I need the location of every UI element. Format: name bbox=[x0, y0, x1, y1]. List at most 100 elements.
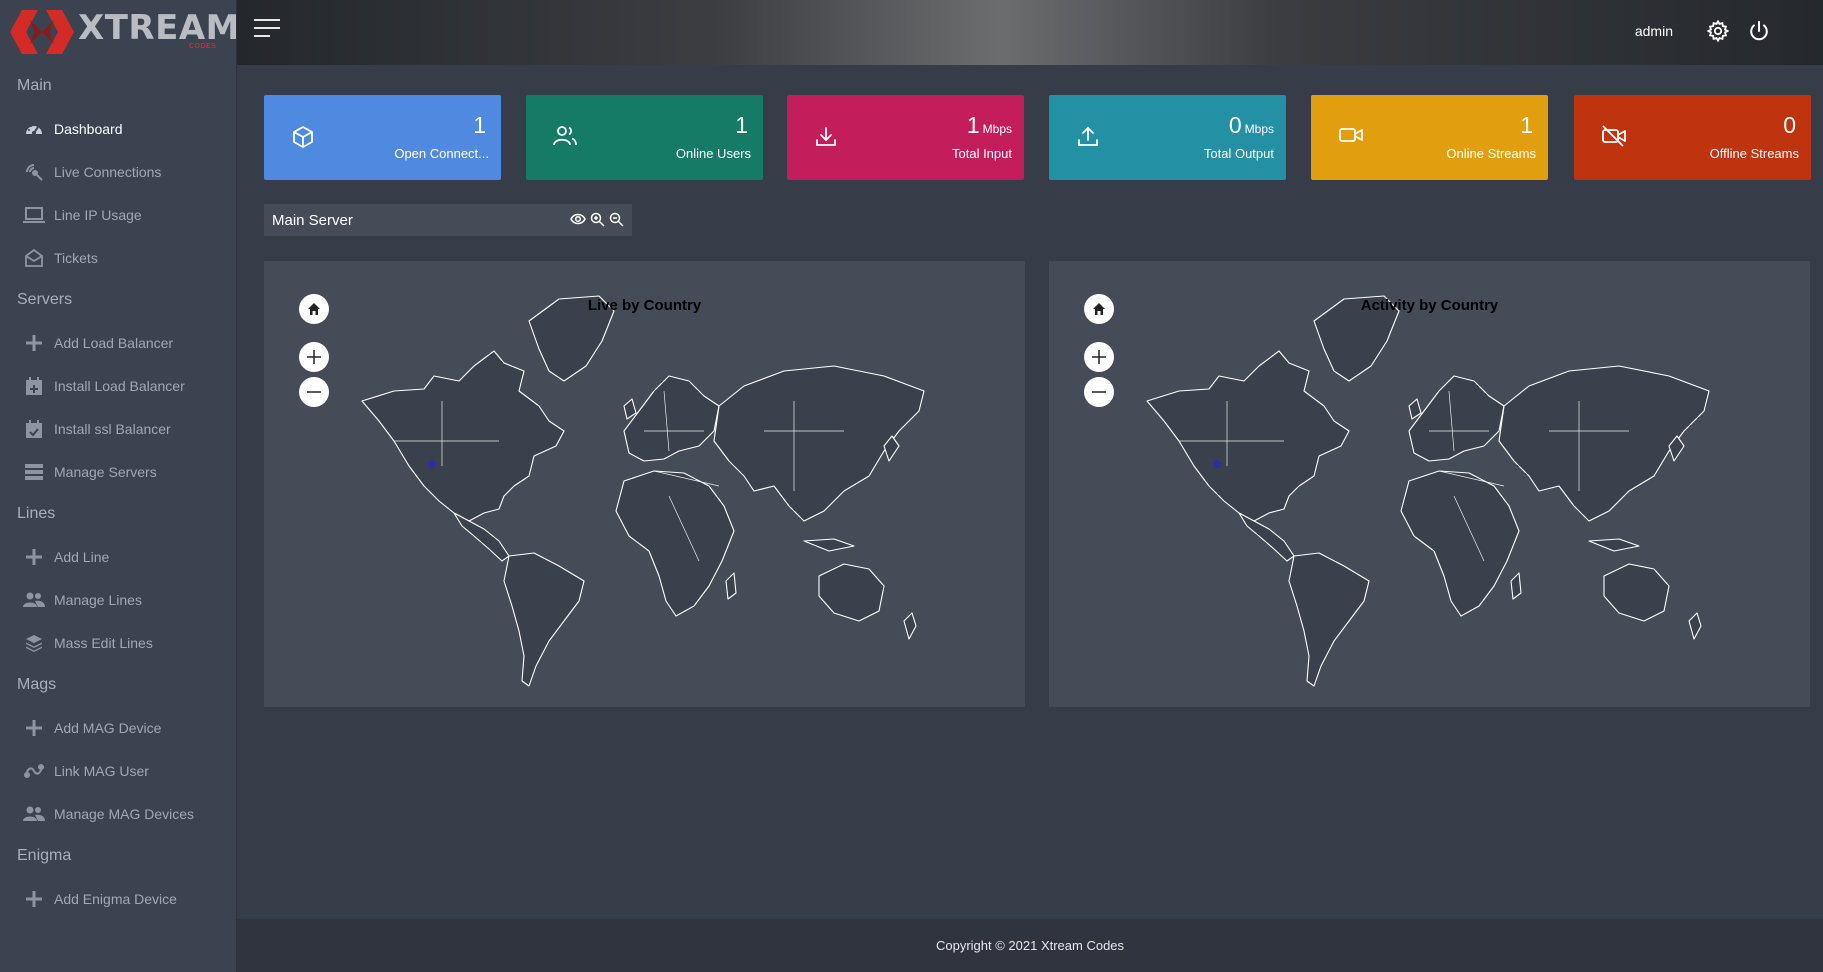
europe bbox=[1408, 375, 1505, 462]
zoom-out-icon[interactable] bbox=[609, 212, 624, 232]
card-label: Online Users bbox=[675, 146, 751, 161]
sidebar-item-add-enigma-device[interactable]: Add Enigma Device bbox=[0, 877, 236, 920]
south-america bbox=[1288, 552, 1370, 687]
laptop-icon bbox=[23, 205, 45, 225]
sidebar-item-label: Line IP Usage bbox=[54, 206, 142, 223]
indonesia bbox=[1588, 538, 1640, 552]
sidebar-item-add-line[interactable]: Add Line bbox=[0, 535, 236, 578]
card-total-output[interactable]: 0 Mbps Total Output bbox=[1049, 95, 1286, 180]
sidebar-item-label: Link MAG User bbox=[54, 762, 149, 779]
cube-icon bbox=[291, 125, 315, 154]
africa bbox=[615, 470, 735, 617]
central-america bbox=[1238, 512, 1295, 562]
card-value: 1 bbox=[1520, 112, 1533, 138]
sidebar-item-add-load-balancer[interactable]: Add Load Balancer bbox=[0, 321, 236, 364]
indonesia bbox=[803, 538, 855, 552]
card-value: 0 Mbps bbox=[1228, 112, 1274, 138]
section-servers: Servers bbox=[17, 291, 73, 308]
eye-icon[interactable] bbox=[570, 212, 586, 232]
sidebar-item-manage-lines[interactable]: Manage Lines bbox=[0, 578, 236, 621]
world-map[interactable] bbox=[324, 281, 964, 691]
north-america bbox=[361, 350, 565, 522]
map-panel-live-by-country: Live by Country bbox=[264, 261, 1025, 707]
map-zoom-in-icon[interactable] bbox=[1084, 342, 1114, 372]
card-online-users[interactable]: 1 Online Users bbox=[526, 95, 763, 180]
server-icon bbox=[23, 462, 45, 482]
card-offline-streams[interactable]: 0 Offline Streams bbox=[1574, 95, 1811, 180]
sidebar-item-mass-edit-lines[interactable]: Mass Edit Lines bbox=[0, 621, 236, 664]
connections-icon bbox=[23, 162, 45, 182]
sidebar-item-tickets[interactable]: Tickets bbox=[0, 236, 236, 279]
new-zealand bbox=[903, 612, 917, 640]
sidebar-item-label: Add Load Balancer bbox=[54, 334, 174, 351]
menu-toggle-icon[interactable] bbox=[254, 19, 280, 41]
sidebar-item-install-ssl-balancer[interactable]: Install ssl Balancer bbox=[0, 407, 236, 450]
download-icon bbox=[814, 125, 838, 154]
user-menu[interactable]: admin bbox=[1635, 23, 1673, 39]
map-home-icon[interactable] bbox=[299, 294, 329, 324]
envelope-open-icon bbox=[23, 248, 45, 268]
users-icon bbox=[23, 804, 45, 824]
settings-gear-icon[interactable] bbox=[1706, 19, 1730, 47]
card-value: 1 bbox=[473, 112, 486, 138]
users-icon bbox=[23, 590, 45, 610]
marker-usa bbox=[428, 460, 436, 468]
marker-usa bbox=[1213, 460, 1221, 468]
sidebar-item-label: Manage MAG Devices bbox=[54, 805, 195, 822]
australia bbox=[1603, 563, 1670, 622]
sidebar-item-label: Install ssl Balancer bbox=[54, 420, 171, 437]
video-off-icon bbox=[1601, 125, 1627, 152]
zoom-in-icon[interactable] bbox=[590, 212, 605, 232]
sidebar-item-manage-servers[interactable]: Manage Servers bbox=[0, 450, 236, 493]
sidebar-item-label: Install Load Balancer bbox=[54, 377, 185, 394]
uk bbox=[1408, 398, 1422, 420]
card-value: 0 bbox=[1783, 112, 1796, 138]
card-online-streams[interactable]: 1 Online Streams bbox=[1311, 95, 1548, 180]
server-selector[interactable]: Main Server bbox=[264, 204, 632, 236]
uk bbox=[623, 398, 637, 420]
new-zealand bbox=[1688, 612, 1702, 640]
topbar: admin bbox=[237, 0, 1823, 65]
sidebar-item-link-mag-user[interactable]: Link MAG User bbox=[0, 749, 236, 792]
australia bbox=[818, 563, 885, 622]
calendar-check-icon bbox=[23, 419, 45, 439]
map-panel-activity-by-country: Activity by Country bbox=[1049, 261, 1810, 707]
map-home-icon[interactable] bbox=[1084, 294, 1114, 324]
sidebar-item-line-ip-usage[interactable]: Line IP Usage bbox=[0, 193, 236, 236]
plus-icon bbox=[23, 547, 45, 567]
card-open-connections[interactable]: 1 Open Connect... bbox=[264, 95, 501, 180]
sidebar-item-label: Manage Servers bbox=[54, 463, 157, 480]
madagascar bbox=[1510, 572, 1522, 600]
calendar-plus-icon bbox=[23, 376, 45, 396]
central-america bbox=[453, 512, 510, 562]
sidebar-item-label: Tickets bbox=[54, 249, 98, 266]
sidebar-item-live-connections[interactable]: Live Connections bbox=[0, 150, 236, 193]
map-zoom-in-icon[interactable] bbox=[299, 342, 329, 372]
section-enigma: Enigma bbox=[17, 847, 72, 864]
sidebar-item-dashboard[interactable]: Dashboard bbox=[0, 107, 236, 150]
world-map[interactable] bbox=[1109, 281, 1749, 691]
server-name: Main Server bbox=[272, 212, 353, 229]
europe bbox=[623, 375, 720, 462]
card-value: 1 bbox=[735, 112, 748, 138]
sidebar-item-add-mag-device[interactable]: Add MAG Device bbox=[0, 706, 236, 749]
map-zoom-out-icon[interactable] bbox=[1084, 377, 1114, 407]
sidebar-item-manage-mag-devices[interactable]: Manage MAG Devices bbox=[0, 792, 236, 835]
madagascar bbox=[725, 572, 737, 600]
sidebar-item-install-load-balancer[interactable]: Install Load Balancer bbox=[0, 364, 236, 407]
sidebar-item-label: Manage Lines bbox=[54, 591, 142, 608]
map-title: Activity by Country bbox=[1360, 297, 1499, 314]
sidebar-item-label: Mass Edit Lines bbox=[54, 634, 153, 651]
dashboard-icon bbox=[23, 119, 45, 139]
brand-logo[interactable]: XTREAM CODES bbox=[0, 0, 236, 65]
card-label: Online Streams bbox=[1446, 146, 1536, 161]
card-total-input[interactable]: 1 Mbps Total Input bbox=[787, 95, 1024, 180]
section-lines: Lines bbox=[17, 505, 56, 522]
upload-icon bbox=[1076, 125, 1100, 154]
power-logout-icon[interactable] bbox=[1748, 20, 1770, 47]
map-zoom-out-icon[interactable] bbox=[299, 377, 329, 407]
brand-sub: CODES bbox=[189, 43, 217, 50]
plus-icon bbox=[23, 333, 45, 353]
sidebar-item-label: Dashboard bbox=[54, 120, 123, 137]
plus-icon bbox=[23, 718, 45, 738]
